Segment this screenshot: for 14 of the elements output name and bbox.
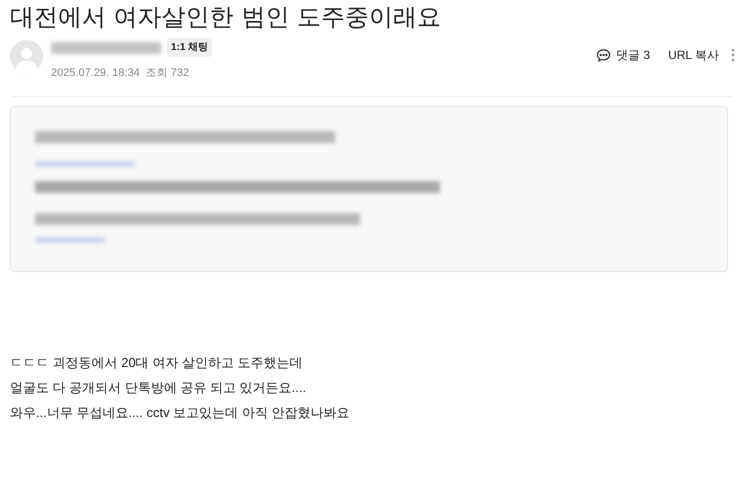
post-title: 대전에서 여자살인한 범인 도주중이래요 [10, 2, 442, 32]
speech-bubble-icon [596, 48, 612, 62]
comments-button[interactable]: 댓글 3 [596, 46, 650, 64]
avatar-icon [10, 40, 43, 73]
chat-button[interactable]: 1:1 채팅 [167, 38, 212, 57]
blurred-text [35, 236, 105, 242]
url-copy-button[interactable]: URL 복사 [668, 46, 719, 64]
body-text: 와우...너무 무섭네요.... cctv 보고있는데 아직 안잡혔나봐요 [10, 404, 350, 422]
body-text: 얼굴도 다 공개되서 단톡방에 공유 되고 있거든요.... [10, 378, 308, 396]
link-preview-card[interactable] [10, 106, 728, 272]
body-text: ㄷㄷㄷ 괴정동에서 20대 여자 살인하고 도주했는데 [10, 354, 304, 372]
post-date: 2025.07.29. 18:34 [51, 66, 140, 81]
view-count: 조회 732 [146, 66, 190, 81]
more-icon[interactable] [731, 48, 735, 62]
